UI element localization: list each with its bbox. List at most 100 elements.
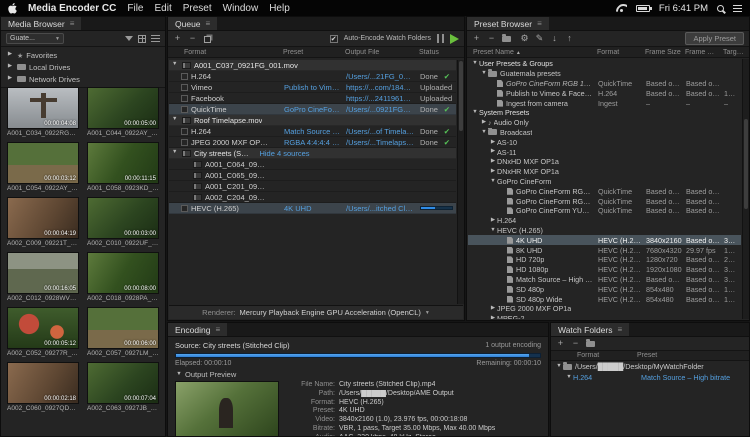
tree-item[interactable]: Local Drives <box>1 61 165 73</box>
col-output-file[interactable]: Output File <box>342 49 416 56</box>
disclosure-icon[interactable] <box>480 71 488 77</box>
hide-sources-link[interactable]: Hide 4 sources <box>259 149 309 158</box>
menu-clock[interactable]: Fri 6:41 PM <box>659 3 708 14</box>
clip-thumbnail[interactable]: 00:00:07:04 <box>87 362 159 404</box>
ingest-preset-select[interactable]: Guate... ▼ <box>6 33 64 44</box>
queue-row[interactable]: A001_C037_0921FG_001.mov ✔ <box>169 60 456 71</box>
media-clip[interactable]: 00:00:04:19 A002_C009_09221T_001 <box>7 197 79 247</box>
output-file-link[interactable]: /Users/...0921FG_001.mov <box>343 105 417 114</box>
queue-row[interactable]: JPEG 2000 MXF OP1a RGBA 4:4:4:4 12-bit (… <box>169 137 456 148</box>
scrollbar-thumb[interactable] <box>744 119 748 209</box>
preset-row[interactable]: AS-11 <box>468 147 741 157</box>
preset-row[interactable]: GoPro CineForm RGB 12-bit with alpha Qui… <box>468 186 741 196</box>
disclosure-icon[interactable] <box>555 364 563 370</box>
preset-row[interactable]: GoPro CineForm <box>468 177 741 187</box>
disclosure-icon[interactable] <box>489 159 497 165</box>
preset-row[interactable]: 4K UHD HEVC (H.265) 3840x2160 Based on s… <box>468 235 741 245</box>
preset-row[interactable]: 8K UHD HEVC (H.265) 7680x4320 29.97 fps … <box>468 245 741 255</box>
clip-thumbnail[interactable]: 00:00:03:00 <box>87 197 159 239</box>
col-format[interactable]: Format <box>168 49 280 56</box>
output-file-link[interactable]: https://...24119614602283 <box>343 94 417 103</box>
queue-row[interactable]: Roof Timelapse.mov ✔ <box>169 115 456 126</box>
preset-row[interactable]: SD 480p Wide HEVC (H.265) 854x480 Based … <box>468 294 741 304</box>
output-checkbox[interactable] <box>181 73 188 80</box>
media-clip[interactable]: 00:00:02:18 A002_C060_0927QD_001 <box>7 362 79 412</box>
clip-thumbnail[interactable]: 00:00:04:19 <box>7 197 79 239</box>
watch-folder-output-row[interactable]: H.264 Match Source – High bitrate <box>551 372 749 383</box>
disclosure-icon[interactable] <box>471 61 479 67</box>
output-checkbox[interactable] <box>181 106 188 113</box>
pause-icon[interactable] <box>437 34 444 43</box>
menu-window[interactable]: Window <box>223 3 259 14</box>
queue-row[interactable]: QuickTime GoPro CineForm RGB 12-bit with… <box>169 104 456 115</box>
tab-encoding[interactable]: Encoding ≡ <box>168 323 227 336</box>
queue-row[interactable]: Vimeo Publish to Vimeo & Facebook https:… <box>169 82 456 93</box>
remove-source-icon[interactable] <box>188 34 197 43</box>
output-file-link[interactable]: /Users/...itched Clip).mp4 <box>343 204 417 213</box>
preset-link[interactable]: Publish to Vimeo & Facebook <box>281 83 343 92</box>
create-preset-icon[interactable] <box>472 34 481 43</box>
tab-media-browser[interactable]: Media Browser ≡ <box>1 17 81 30</box>
media-clip[interactable]: 00:00:03:00 A002_C010_0922UF_001 <box>87 197 159 247</box>
media-clip[interactable]: 00:00:05:00 A001_C044_0922AY_001 <box>87 87 159 137</box>
preset-row[interactable]: Ingest from camera Ingest – – – <box>468 98 741 108</box>
preset-row[interactable]: MPEG-2 <box>468 314 741 319</box>
list-view-icon[interactable] <box>151 35 160 43</box>
clip-thumbnail[interactable]: 00:00:08:00 <box>87 252 159 294</box>
disclosure-icon[interactable] <box>489 149 497 155</box>
watch-folder-row[interactable]: /Users/█████/Desktop/MyWatchFolder <box>551 361 749 372</box>
output-checkbox[interactable] <box>181 84 188 91</box>
media-clip[interactable]: 00:00:08:00 A002_C018_0928PA_001 <box>87 252 159 302</box>
notification-center-icon[interactable] <box>733 5 742 12</box>
media-clip[interactable]: 00:00:06:00 A002_C057_0927LM_001 <box>87 307 159 357</box>
preset-row[interactable]: User Presets & Groups <box>468 59 741 69</box>
panel-menu-icon[interactable]: ≡ <box>215 326 220 334</box>
preset-row[interactable]: AS-10 <box>468 137 741 147</box>
media-clip[interactable]: 00:00:05:12 A002_C052_09277R_001 <box>7 307 79 357</box>
preset-row[interactable]: Broadcast <box>468 128 741 138</box>
preset-row[interactable]: HD 1080p HEVC (H.265) 1920x1080 Based on… <box>468 265 741 275</box>
preset-scrollbar[interactable] <box>742 59 749 319</box>
panel-menu-icon[interactable]: ≡ <box>617 326 622 334</box>
disclosure-icon[interactable] <box>6 64 14 70</box>
queue-row[interactable]: HEVC (H.265) 4K UHD /Users/...itched Cli… <box>169 203 456 214</box>
preset-row[interactable]: Publish to Vimeo & Facebook H.264 Based … <box>468 88 741 98</box>
auto-encode-checkbox[interactable] <box>330 35 338 43</box>
queue-row[interactable]: A001_C065_0922AV_001 ✔ <box>169 170 456 181</box>
menu-help[interactable]: Help <box>269 3 290 14</box>
output-checkbox[interactable] <box>181 205 188 212</box>
filter-funnel-icon[interactable] <box>125 36 133 41</box>
preset-row[interactable]: Match Source – High Bitrate HEVC (H.265)… <box>468 275 741 285</box>
media-clip[interactable]: 00:00:07:04 A002_C063_0927JB_001 <box>87 362 159 412</box>
disclosure-icon[interactable] <box>489 218 497 224</box>
col-format[interactable]: Format <box>595 49 643 56</box>
disclosure-icon[interactable] <box>175 372 183 378</box>
col-target-rate[interactable]: Target Rate <box>721 49 749 56</box>
export-preset-icon[interactable] <box>565 34 574 43</box>
preset-link[interactable]: Match Source – High bitrate <box>281 127 343 136</box>
disclosure-icon[interactable] <box>489 169 497 175</box>
preset-row[interactable]: DNxHR MXF OP1a <box>468 167 741 177</box>
preset-link[interactable]: RGBA 4:4:4:4 12-bit (SQ) <box>281 138 343 147</box>
media-clip[interactable]: 00:00:16:05 A002_C012_0928WV_001 <box>7 252 79 302</box>
renderer-select[interactable]: Mercury Playback Engine GPU Acceleration… <box>240 308 421 317</box>
output-file-link[interactable]: /Users/...21FG_001_1.mp4 <box>343 72 417 81</box>
battery-icon[interactable] <box>636 5 650 12</box>
duplicate-icon[interactable] <box>204 36 211 43</box>
clip-thumbnail[interactable]: 00:00:11:15 <box>87 142 159 184</box>
output-file-link[interactable]: /Users/...of Timelapse.mp4 <box>343 127 417 136</box>
delete-preset-icon[interactable] <box>487 34 496 43</box>
app-name[interactable]: Media Encoder CC <box>28 3 116 14</box>
disclosure-icon[interactable] <box>172 150 179 156</box>
watch-output-format[interactable]: H.264 <box>573 373 641 382</box>
tree-item[interactable]: Favorites <box>1 49 165 61</box>
spotlight-search-icon[interactable] <box>717 5 724 12</box>
col-preset-name[interactable]: Preset Name ▲ <box>467 49 595 56</box>
tab-preset-browser[interactable]: Preset Browser ≡ <box>467 17 549 30</box>
preset-link[interactable]: GoPro CineForm RGB 12-bit with alpha <box>281 105 343 114</box>
preset-row[interactable]: System Presets <box>468 108 741 118</box>
preset-row[interactable]: H.264 <box>468 216 741 226</box>
clip-thumbnail[interactable]: 00:00:05:12 <box>7 307 79 349</box>
disclosure-icon[interactable] <box>6 76 14 82</box>
scrollbar-thumb[interactable] <box>459 61 463 131</box>
